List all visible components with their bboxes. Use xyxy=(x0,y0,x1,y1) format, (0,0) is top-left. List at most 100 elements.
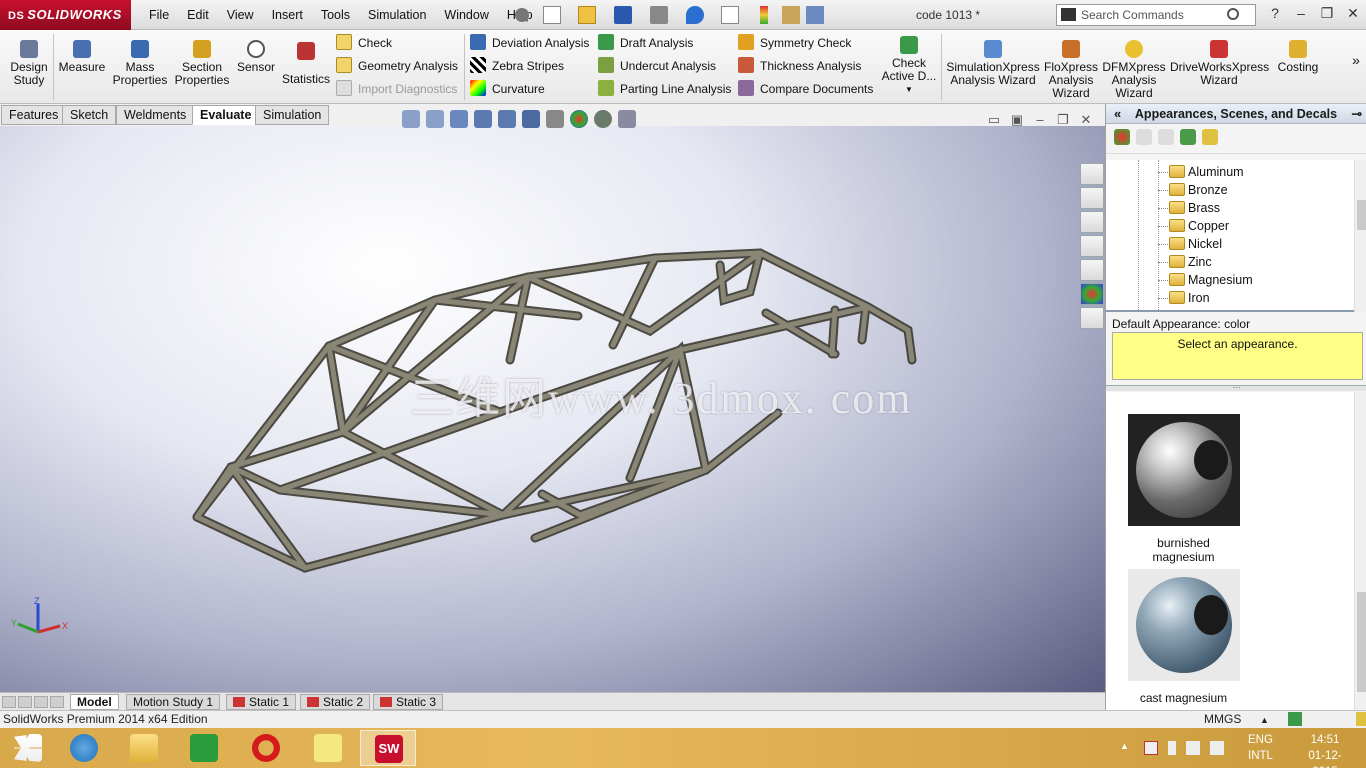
tab-static-3[interactable]: Static 3 xyxy=(373,694,444,710)
start-button[interactable] xyxy=(0,730,56,766)
clock[interactable]: 14:51 01-12-2015 xyxy=(1300,732,1350,768)
undo-icon[interactable] xyxy=(686,6,704,24)
first-tab-icon[interactable] xyxy=(2,696,16,708)
print-icon[interactable] xyxy=(650,6,668,24)
menu-file[interactable]: File xyxy=(140,0,178,30)
undercut-analysis-button[interactable]: Undercut Analysis xyxy=(598,56,716,76)
tree-scrollbar[interactable] xyxy=(1354,160,1366,312)
view-settings-icon[interactable] xyxy=(618,110,636,128)
close-icon[interactable]: ✕ xyxy=(1344,4,1362,22)
solidworks-resources-icon[interactable] xyxy=(1080,163,1104,185)
go-up-icon[interactable] xyxy=(1202,129,1218,145)
refresh-icon[interactable] xyxy=(1180,129,1196,145)
tab-weldments[interactable]: Weldments xyxy=(116,105,195,125)
mass-properties-button[interactable]: Mass Properties xyxy=(110,30,170,104)
input-language[interactable]: ENG INTL xyxy=(1248,732,1273,764)
last-tab-icon[interactable] xyxy=(50,696,64,708)
edit-appearance-icon[interactable] xyxy=(570,110,588,128)
taskbar-store[interactable] xyxy=(176,730,232,766)
menu-edit[interactable]: Edit xyxy=(178,0,218,30)
design-study-button[interactable]: Design Study xyxy=(4,30,54,104)
section-view-icon[interactable] xyxy=(474,110,492,128)
help-icon[interactable]: ? xyxy=(1266,4,1284,22)
design-library-icon[interactable] xyxy=(1080,211,1104,233)
tree-item-zinc[interactable]: Zinc xyxy=(1106,253,1354,271)
tree-item-magnesium[interactable]: Magnesium xyxy=(1106,271,1354,289)
compare-documents-button[interactable]: Compare Documents xyxy=(738,79,873,99)
tab-static-1[interactable]: Static 1 xyxy=(226,694,297,710)
tab-simulation[interactable]: Simulation xyxy=(255,105,330,125)
viewport-tile-icon[interactable]: ▣ xyxy=(1009,112,1025,128)
menu-view[interactable]: View xyxy=(218,0,263,30)
swatch-cast-magnesium[interactable]: cast magnesium xyxy=(1126,569,1241,705)
tree-item-brass[interactable]: Brass xyxy=(1106,199,1354,217)
check-button[interactable]: Check xyxy=(336,33,392,53)
taskbar-solidworks[interactable]: SW xyxy=(360,730,416,766)
taskbar-file-explorer[interactable] xyxy=(116,730,172,766)
tab-features[interactable]: Features xyxy=(1,105,67,125)
restore-icon[interactable]: ❐ xyxy=(1318,4,1336,22)
collapse-chevron-icon[interactable]: « xyxy=(1114,104,1121,124)
options-icon[interactable] xyxy=(806,6,824,24)
next-tab-icon[interactable] xyxy=(34,696,48,708)
symmetry-check-button[interactable]: Symmetry Check xyxy=(738,33,851,53)
tree-item-copper[interactable]: Copper xyxy=(1106,217,1354,235)
open-folder-icon[interactable] xyxy=(1158,129,1174,145)
driveworksxpress-button[interactable]: DriveWorksXpress Wizard xyxy=(1170,30,1269,104)
previous-view-icon[interactable] xyxy=(450,110,468,128)
zoom-to-fit-icon[interactable] xyxy=(402,110,420,128)
home-icon[interactable] xyxy=(1080,187,1104,209)
tree-item-nickel[interactable]: Nickel xyxy=(1106,235,1354,253)
file-explorer-icon[interactable] xyxy=(1080,235,1104,257)
measure-button[interactable]: Measure xyxy=(56,30,108,104)
select-arrow-icon[interactable] xyxy=(721,6,739,24)
file-properties-icon[interactable] xyxy=(782,6,800,24)
menu-simulation[interactable]: Simulation xyxy=(359,0,435,30)
scrollbar-thumb[interactable] xyxy=(1357,592,1366,692)
rebuild-traffic-light-icon[interactable] xyxy=(760,6,768,24)
graphics-area[interactable]: 三维网www. 3dmox. com Z X Y xyxy=(0,126,1105,692)
swatch-scrollbar[interactable] xyxy=(1354,392,1366,710)
add-appearance-icon[interactable] xyxy=(1114,129,1130,145)
add-folder-icon[interactable] xyxy=(1136,129,1152,145)
save-icon[interactable] xyxy=(614,6,632,24)
curvature-button[interactable]: Curvature xyxy=(470,79,545,99)
simulationxpress-button[interactable]: SimulationXpress Analysis Wizard xyxy=(944,30,1042,104)
units-up-arrow-icon[interactable]: ▲ xyxy=(1260,712,1274,726)
geometry-analysis-button[interactable]: Geometry Analysis xyxy=(336,56,458,76)
menu-insert[interactable]: Insert xyxy=(263,0,312,30)
volume-icon[interactable] xyxy=(1210,741,1224,755)
tag-icon[interactable] xyxy=(1356,712,1366,726)
view-orientation-icon[interactable] xyxy=(498,110,516,128)
ribbon-more-chevron-icon[interactable]: » xyxy=(1348,30,1364,104)
minimize-icon[interactable]: – xyxy=(1292,4,1310,22)
sensor-button[interactable]: Sensor xyxy=(234,30,278,104)
search-commands-input[interactable]: Search Commands xyxy=(1056,4,1256,26)
viewport-minimize-icon[interactable]: – xyxy=(1032,112,1048,128)
pane-splitter[interactable]: ··· xyxy=(1106,384,1366,392)
hide-show-items-icon[interactable] xyxy=(546,110,564,128)
deviation-analysis-button[interactable]: Deviation Analysis xyxy=(470,33,589,53)
help-status-icon[interactable] xyxy=(1288,712,1302,726)
new-document-icon[interactable] xyxy=(543,6,561,24)
tab-evaluate[interactable]: Evaluate xyxy=(192,105,260,125)
open-folder-icon[interactable] xyxy=(578,6,596,24)
swatch-burnished-magnesium[interactable]: burnished magnesium xyxy=(1126,414,1241,564)
thickness-analysis-button[interactable]: Thickness Analysis xyxy=(738,56,861,76)
tray-up-arrow-icon[interactable]: ▲ xyxy=(1120,741,1134,755)
section-properties-button[interactable]: Section Properties xyxy=(172,30,232,104)
taskbar-internet-explorer[interactable] xyxy=(56,730,112,766)
import-diagnostics-button[interactable]: Import Diagnostics xyxy=(336,79,457,99)
pin-icon[interactable]: ⊸ xyxy=(1352,104,1362,124)
pin-menu-icon[interactable] xyxy=(515,8,529,22)
tab-static-2[interactable]: Static 2 xyxy=(300,694,371,710)
dfmxpress-button[interactable]: DFMXpress Analysis Wizard xyxy=(1102,30,1166,104)
tab-motion-study-1[interactable]: Motion Study 1 xyxy=(126,694,221,710)
viewport-close-icon[interactable]: ✕ xyxy=(1078,112,1094,128)
zoom-to-area-icon[interactable] xyxy=(426,110,444,128)
menu-tools[interactable]: Tools xyxy=(312,0,359,30)
statistics-button[interactable]: Statistics xyxy=(280,30,332,104)
solidworks-logo[interactable]: DS SOLIDWORKS xyxy=(0,0,131,30)
display-style-icon[interactable] xyxy=(522,110,540,128)
taskbar-sticky-notes[interactable] xyxy=(300,730,356,766)
